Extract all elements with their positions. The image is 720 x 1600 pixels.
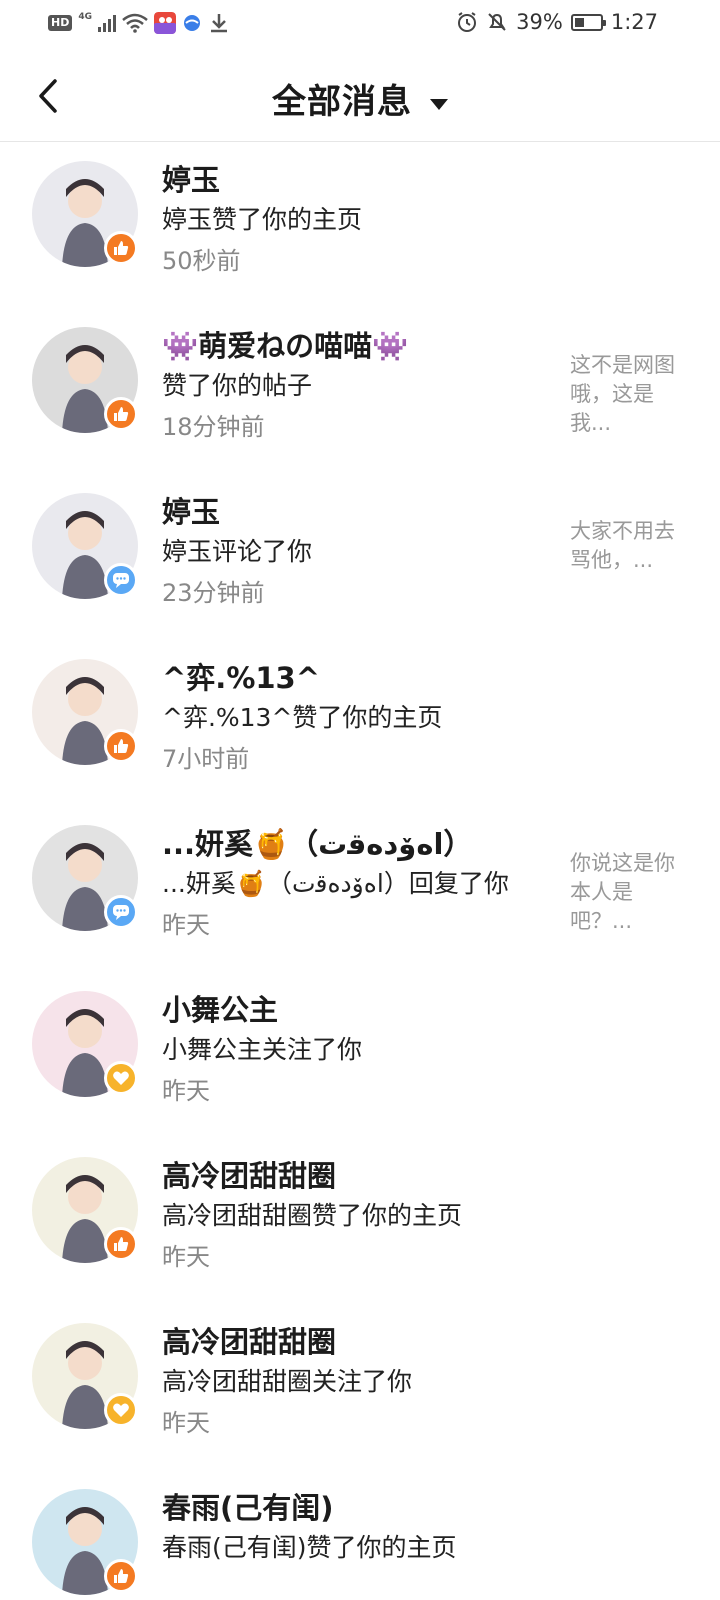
- message-action: 小舞公主关注了你: [162, 1035, 363, 1064]
- message-item[interactable]: 👾萌爱ねの喵喵👾 赞了你的帖子 18分钟前 这不是网图哦，这是我...: [0, 309, 720, 475]
- message-action: 高冷团甜甜圈赞了你的主页: [162, 1201, 463, 1230]
- app-notification-icon: [154, 12, 176, 34]
- message-action: 高冷团甜甜圈关注了你: [162, 1367, 413, 1396]
- sender-name[interactable]: 👾萌爱ねの喵喵👾: [162, 323, 408, 365]
- message-action: ^弈.%13^赞了你的主页: [162, 703, 443, 732]
- message-time: 18分钟前: [162, 413, 265, 441]
- battery-percent: 39%: [516, 10, 563, 34]
- like-badge-icon: [104, 729, 138, 763]
- status-bar: HD 4G 39% 1:27: [0, 0, 720, 50]
- comment-badge-icon: [104, 563, 138, 597]
- clock: 1:27: [610, 10, 658, 34]
- message-action: 婷玉赞了你的主页: [162, 205, 363, 234]
- battery-icon: [570, 13, 606, 31]
- page-title: 全部消息: [272, 82, 412, 122]
- sender-name[interactable]: 春雨(己有闺): [162, 1485, 334, 1527]
- wifi-icon: [122, 13, 148, 33]
- header: 全部消息: [0, 50, 720, 142]
- status-icons-left: HD 4G: [48, 12, 230, 34]
- sender-name[interactable]: ...妍奚🍯（ﺍﻩۆﺩﻩﻗﺕ）: [162, 821, 472, 863]
- message-action: 婷玉评论了你: [162, 537, 313, 566]
- comment-badge-icon: [104, 895, 138, 929]
- heart-badge-icon: [104, 1393, 138, 1427]
- heart-badge-icon: [104, 1061, 138, 1095]
- message-time: 50秒前: [162, 247, 241, 275]
- message-item[interactable]: 婷玉 婷玉赞了你的主页 50秒前: [0, 143, 720, 309]
- message-item[interactable]: 小舞公主 小舞公主关注了你 昨天: [0, 973, 720, 1139]
- message-snippet: 这不是网图哦，这是我...: [570, 353, 675, 435]
- hd-icon: HD: [48, 15, 73, 31]
- message-item[interactable]: ...妍奚🍯（ﺍﻩۆﺩﻩﻗﺕ） ...妍奚🍯（ﺍﻩۆﺩﻩﻗﺕ）回复了你 昨天 你…: [0, 807, 720, 973]
- message-time: 7小时前: [162, 745, 250, 773]
- sender-name[interactable]: 高冷团甜甜圈: [162, 1319, 336, 1361]
- like-badge-icon: [104, 1227, 138, 1261]
- message-item[interactable]: 春雨(己有闺) 春雨(己有闺)赞了你的主页: [0, 1471, 720, 1600]
- message-item[interactable]: ^弈.%13^ ^弈.%13^赞了你的主页 7小时前: [0, 641, 720, 807]
- status-icons-right: 39% 1:27: [456, 10, 658, 34]
- like-badge-icon: [104, 397, 138, 431]
- alarm-icon: [458, 12, 477, 32]
- message-action: 赞了你的帖子: [162, 371, 313, 400]
- message-time: 昨天: [162, 1243, 210, 1271]
- message-time: 23分钟前: [162, 579, 265, 607]
- message-snippet: 你说这是你本人是吧？...: [570, 851, 675, 933]
- mute-bell-icon: [488, 13, 506, 31]
- sender-name[interactable]: ^弈.%13^: [162, 655, 320, 697]
- signal-icon: [98, 14, 116, 32]
- network-type: 4G: [78, 12, 92, 22]
- message-item[interactable]: 高冷团甜甜圈 高冷团甜甜圈关注了你 昨天: [0, 1305, 720, 1471]
- message-time: 昨天: [162, 1077, 210, 1105]
- download-icon: [211, 14, 227, 33]
- message-action: ...妍奚🍯（ﺍﻩۆﺩﻩﻗﺕ）回复了你: [162, 869, 509, 898]
- sender-name[interactable]: 小舞公主: [162, 987, 278, 1029]
- sender-name[interactable]: 高冷团甜甜圈: [162, 1153, 336, 1195]
- sender-name[interactable]: 婷玉: [162, 157, 220, 199]
- message-snippet: 大家不用去骂他，...: [570, 519, 675, 572]
- dropdown-caret-icon: [430, 99, 448, 110]
- message-item[interactable]: 高冷团甜甜圈 高冷团甜甜圈赞了你的主页 昨天: [0, 1139, 720, 1305]
- message-item[interactable]: 婷玉 婷玉评论了你 23分钟前 大家不用去骂他，...: [0, 475, 720, 641]
- browser-icon: [184, 15, 200, 31]
- title-selector[interactable]: 全部消息: [0, 74, 720, 123]
- message-list: 婷玉 婷玉赞了你的主页 50秒前 👾萌爱ねの喵喵👾 赞了你的帖子 18分钟前 这…: [0, 143, 720, 1600]
- message-action: 春雨(己有闺)赞了你的主页: [162, 1533, 457, 1562]
- like-badge-icon: [104, 1559, 138, 1593]
- like-badge-icon: [104, 231, 138, 265]
- sender-name[interactable]: 婷玉: [162, 489, 220, 531]
- message-time: 昨天: [162, 1409, 210, 1437]
- message-time: 昨天: [162, 911, 210, 939]
